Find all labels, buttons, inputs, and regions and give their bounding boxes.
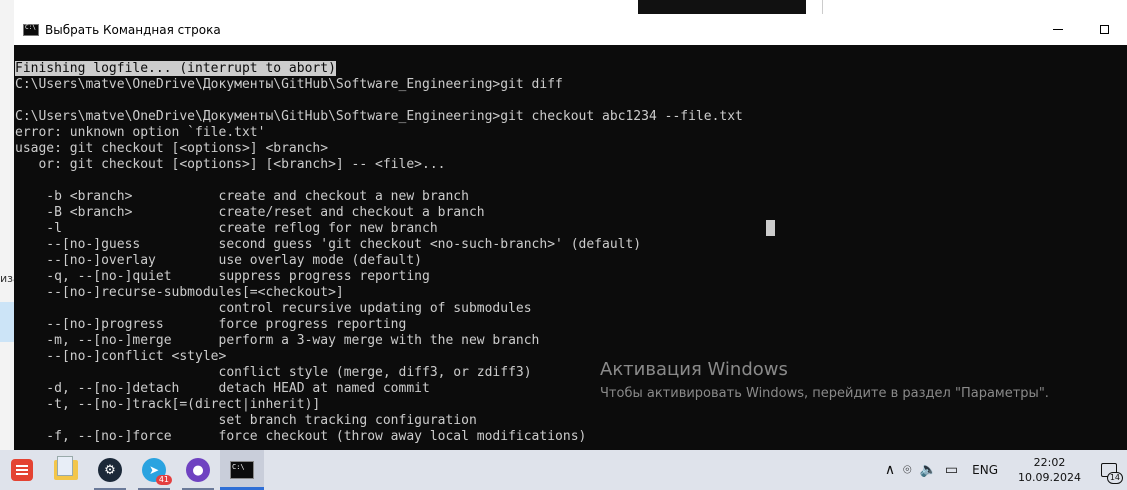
console-line-text: -m, --[no-]merge perform a 3-way merge w…: [15, 333, 540, 348]
console-line-text: or: git checkout [<options>] [<branch>] …: [15, 157, 446, 172]
console-line-text: --[no-]recurse-submodules[=<checkout>]: [15, 285, 344, 300]
taskbar-app-command-prompt[interactable]: C:\: [220, 450, 264, 490]
console-line: error: unknown option `file.txt': [14, 125, 1127, 141]
console-line: usage: git checkout [<options>] <branch>: [14, 141, 1127, 157]
activation-watermark: Активация Windows Чтобы активировать Win…: [600, 358, 1049, 404]
file-explorer-icon: [54, 456, 78, 480]
taskbar-app-file-explorer[interactable]: [44, 450, 88, 490]
volume-icon[interactable]: 🔈: [915, 450, 940, 490]
console-line-text: C:\Users\matve\OneDrive\Документы\GitHub…: [15, 109, 743, 124]
maximize-icon: [1099, 25, 1109, 34]
console-line: C:\Users\matve\OneDrive\Документы\GitHub…: [14, 77, 1127, 93]
todoist-icon: [11, 459, 33, 481]
language-indicator[interactable]: ENG: [962, 450, 1008, 490]
console-line: --[no-]overlay use overlay mode (default…: [14, 253, 1127, 269]
console-line-text: --[no-]overlay use overlay mode (default…: [15, 253, 422, 268]
notifications-button[interactable]: 14: [1091, 450, 1127, 490]
console-line: control recursive updating of submodules: [14, 301, 1127, 317]
taskbar: ⚙ ➤ 41 ● C:\ ∧ ⌾ 🔈 ▭ ENG 22:02 10.09.202…: [0, 450, 1127, 490]
taskbar-app-github-desktop[interactable]: ●: [176, 450, 220, 490]
console-line: -B <branch> create/reset and checkout a …: [14, 205, 1127, 221]
console-line: --[no-]recurse-submodules[=<checkout>]: [14, 285, 1127, 301]
taskbar-app-telegram[interactable]: ➤ 41: [132, 450, 176, 490]
console-line-text: C:\Users\matve\OneDrive\Документы\GitHub…: [15, 77, 563, 92]
console-line-text: control recursive updating of submodules: [15, 301, 532, 316]
console-line-text: -b <branch> create and checkout a new br…: [15, 189, 469, 204]
system-tray: ∧ ⌾ 🔈 ▭ ENG 22:02 10.09.2024 14: [881, 450, 1127, 490]
minimize-button[interactable]: [1035, 14, 1081, 45]
console-line-text: Finishing logfile... (interrupt to abort…: [15, 61, 336, 76]
watermark-title: Активация Windows: [600, 359, 788, 380]
notification-count: 14: [1106, 472, 1123, 484]
console-line-text: --[no-]conflict <style>: [15, 349, 227, 364]
background-dark-window: [638, 0, 806, 14]
console-line: C:\Users\matve\OneDrive\Документы\GitHub…: [14, 109, 1127, 125]
steam-icon: ⚙: [98, 458, 122, 482]
chevron-up-icon[interactable]: ∧: [881, 450, 899, 490]
command-prompt-icon: C:\: [230, 461, 254, 479]
console-line-text: -d, --[no-]detach detach HEAD at named c…: [15, 381, 430, 396]
camera-icon[interactable]: ⌾: [899, 450, 915, 490]
taskbar-app-todoist[interactable]: [0, 450, 44, 490]
background-selection: [0, 302, 14, 342]
console-line: -b <branch> create and checkout a new br…: [14, 189, 1127, 205]
console-line-text: --[no-]progress force progress reporting: [15, 317, 407, 332]
text-cursor: [766, 220, 775, 236]
clock-date: 10.09.2024: [1018, 471, 1081, 484]
maximize-button[interactable]: [1081, 14, 1127, 45]
console-line: set branch tracking configuration: [14, 413, 1127, 429]
network-icon[interactable]: ▭: [941, 450, 962, 490]
console-line: -m, --[no-]merge perform a 3-way merge w…: [14, 333, 1127, 349]
console-line-text: -f, --[no-]force force checkout (throw a…: [15, 429, 587, 444]
window-title: Выбрать Командная строка: [45, 22, 221, 37]
console-line-text: --[no-]guess second guess 'git checkout …: [15, 237, 642, 252]
console-line: --[no-]guess second guess 'git checkout …: [14, 237, 1127, 253]
console-line-text: -l create reflog for new branch: [15, 221, 438, 236]
console-line: -q, --[no-]quiet suppress progress repor…: [14, 269, 1127, 285]
telegram-unread-badge: 41: [155, 475, 172, 485]
watermark-subtitle: Чтобы активировать Windows, перейдите в …: [600, 386, 1049, 401]
console-line-text: usage: git checkout [<options>] <branch>: [15, 141, 329, 156]
console-line-text: conflict style (merge, diff3, or zdiff3): [15, 365, 532, 380]
console-line: Finishing logfile... (interrupt to abort…: [14, 61, 1127, 77]
console-line-text: -t, --[no-]track[=(direct|inherit)]: [15, 397, 321, 412]
console-line: -l create reflog for new branch: [14, 221, 1127, 237]
github-desktop-icon: ●: [186, 458, 210, 482]
taskbar-app-steam[interactable]: ⚙: [88, 450, 132, 490]
clock-time: 22:02: [1033, 456, 1066, 469]
cmd-app-icon: [23, 23, 39, 36]
console-line-text: -B <branch> create/reset and checkout a …: [15, 205, 485, 220]
console-line: -f, --[no-]force force checkout (throw a…: [14, 429, 1127, 445]
title-bar[interactable]: Выбрать Командная строка: [14, 14, 1127, 45]
background-window-fragment: иза: [0, 0, 20, 450]
console-line-text: -q, --[no-]quiet suppress progress repor…: [15, 269, 430, 284]
console-line: or: git checkout [<options>] [<branch>] …: [14, 157, 1127, 173]
console-line: --[no-]progress force progress reporting: [14, 317, 1127, 333]
console-line-text: error: unknown option `file.txt': [15, 125, 266, 140]
minimize-icon: [1053, 29, 1063, 30]
console-line-text: set branch tracking configuration: [15, 413, 477, 428]
background-divider: [822, 0, 823, 14]
clock[interactable]: 22:02 10.09.2024: [1008, 455, 1091, 485]
